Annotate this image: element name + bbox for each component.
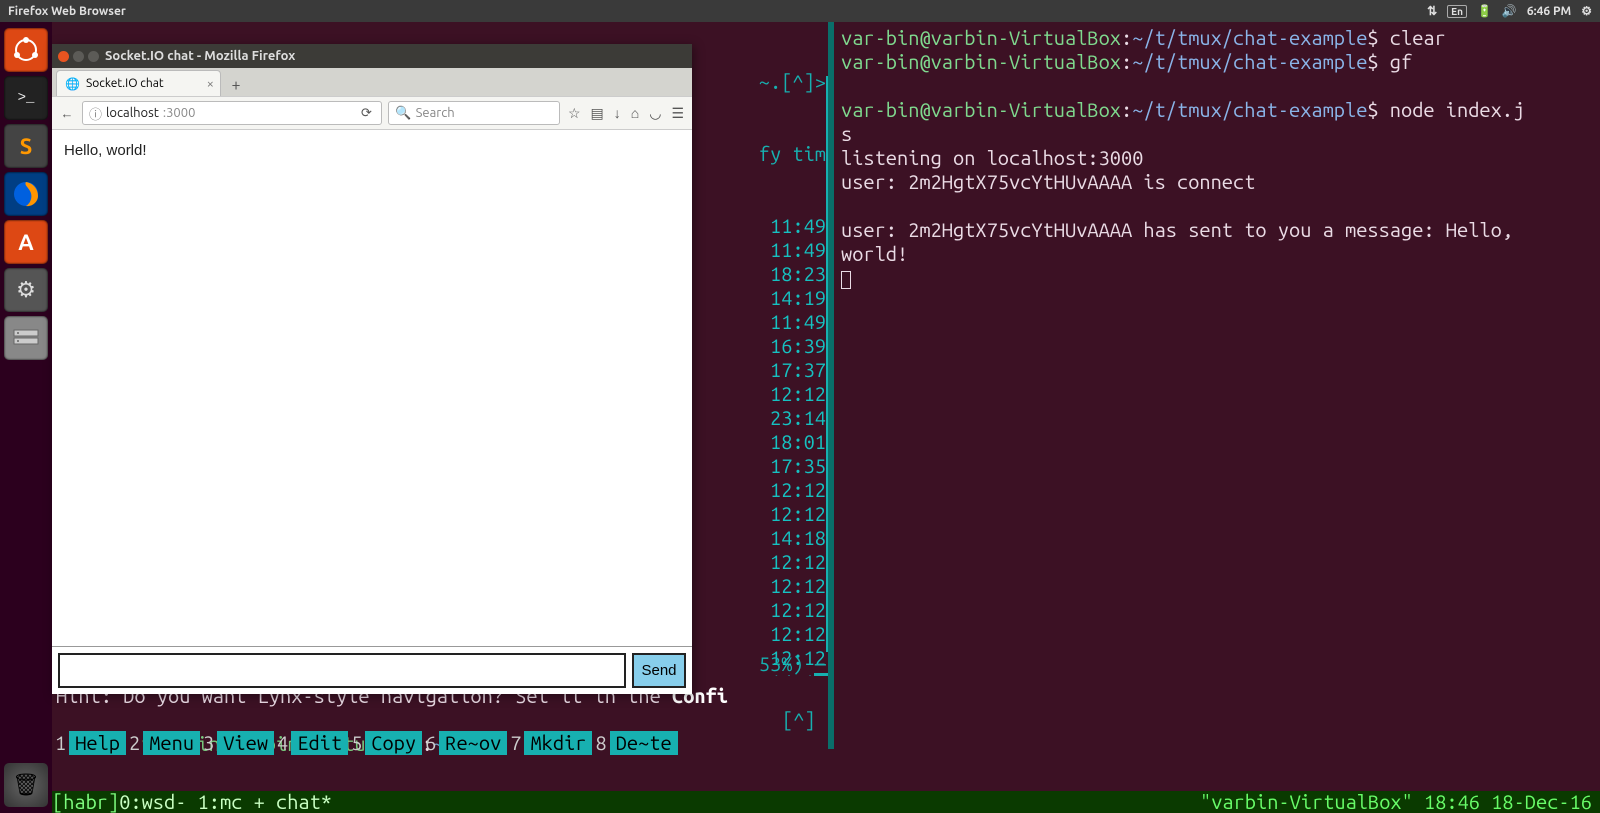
downloads-icon[interactable]: ↓ <box>614 105 621 122</box>
launcher-trash[interactable]: 🗑 <box>4 763 48 807</box>
window-minimize-icon[interactable] <box>73 51 84 62</box>
fkey-menu[interactable]: 2Menu <box>126 732 200 754</box>
fkey-de~te[interactable]: 8De~te <box>592 732 677 754</box>
battery-icon[interactable]: 🔋 <box>1477 4 1492 18</box>
pocket-icon[interactable]: ◡ <box>649 105 661 122</box>
chat-message-input[interactable] <box>58 653 626 688</box>
browser-tab[interactable]: 🌐 Socket.IO chat × <box>56 70 221 96</box>
hamburger-menu-icon[interactable]: ☰ <box>671 105 684 122</box>
launcher-software[interactable]: A <box>4 220 48 264</box>
mc-mtime: 12:12 <box>692 574 826 598</box>
search-bar[interactable]: 🔍 Search <box>388 101 560 125</box>
fkey-help[interactable]: 1Help <box>52 732 126 754</box>
mc-mtime: 17:37 <box>692 358 826 382</box>
mc-mtime: 12:12 <box>692 478 826 502</box>
page-content: Hello, world! <box>52 130 692 646</box>
send-button[interactable]: Send <box>632 653 686 688</box>
tab-favicon: 🌐 <box>65 77 80 91</box>
mc-mtime: 16:39 <box>692 334 826 358</box>
mc-mtime: 12:12 <box>692 502 826 526</box>
mc-mtime: 23:14 <box>692 406 826 430</box>
tmux-pane-divider[interactable] <box>828 22 834 749</box>
url-bar[interactable]: ⓘ localhost :3000 ⟳ <box>82 101 382 125</box>
mc-mtime: 14:18 <box>692 526 826 550</box>
firefox-tabstrip: 🌐 Socket.IO chat × + <box>52 68 692 96</box>
launcher-sublime[interactable]: S <box>4 124 48 168</box>
launcher-dash[interactable] <box>4 28 48 72</box>
mc-bracket: [^] <box>782 708 816 771</box>
system-indicators: ⇅ En 🔋 🔊 6:46 PM ⚙ <box>1427 4 1592 18</box>
active-app-title: Firefox Web Browser <box>8 5 126 18</box>
mc-mtime: 14:19 <box>692 286 826 310</box>
unity-launcher: >_ S A ⚙ 🗑 <box>0 22 52 813</box>
home-icon[interactable]: ⌂ <box>631 105 639 122</box>
mc-mtime: 11:49 <box>692 310 826 334</box>
tab-title: Socket.IO chat <box>86 77 164 90</box>
identity-icon[interactable]: ⓘ <box>89 104 102 123</box>
tmux-windows[interactable]: 0:wsd- 1:mc + chat* <box>119 790 332 813</box>
library-icon[interactable]: ▤ <box>591 105 604 122</box>
clock[interactable]: 6:46 PM <box>1527 5 1571 18</box>
reload-icon[interactable]: ⟳ <box>357 106 375 121</box>
fkey-edit[interactable]: 4Edit <box>274 732 348 754</box>
lang-indicator[interactable]: En <box>1447 5 1467 18</box>
gear-icon[interactable]: ⚙ <box>1581 4 1592 18</box>
mc-panel-column: ~.[^]> fy tim 11:4911:4918:2314:1911:491… <box>692 22 830 676</box>
window-maximize-icon[interactable] <box>88 51 99 62</box>
window-close-icon[interactable] <box>58 51 69 62</box>
mc-function-keys[interactable]: 1Help2Menu3View4Edit5Copy6Re~ov7Mkdir8De… <box>52 732 782 754</box>
fkey-mkdir[interactable]: 7Mkdir <box>507 732 592 754</box>
network-icon[interactable]: ⇅ <box>1427 4 1437 18</box>
tmux-status-bar: [habr] 0:wsd- 1:mc + chat* "varbin-Virtu… <box>52 791 1600 813</box>
launcher-terminal[interactable]: >_ <box>4 76 48 120</box>
launcher-files[interactable] <box>4 316 48 360</box>
mc-mtime: 12:12 <box>692 550 826 574</box>
url-host: localhost <box>106 106 159 120</box>
page-text: Hello, world! <box>64 142 147 159</box>
tab-close-icon[interactable]: × <box>207 77 214 91</box>
new-tab-button[interactable]: + <box>225 74 247 96</box>
launcher-settings[interactable]: ⚙ <box>4 268 48 312</box>
bookmark-star-icon[interactable]: ☆ <box>568 105 581 122</box>
mc-mtime: 18:23 <box>692 262 826 286</box>
chat-input-bar: Send <box>52 646 692 694</box>
sound-icon[interactable]: 🔊 <box>1502 4 1517 18</box>
nav-back-icon[interactable]: ← <box>58 106 76 121</box>
firefox-window: Socket.IO chat - Mozilla Firefox 🌐 Socke… <box>52 44 692 694</box>
mc-mtime: 18:01 <box>692 430 826 454</box>
firefox-toolbar: ← ⓘ localhost:3000 ⟳ 🔍 Search ☆ ▤ ↓ ⌂ ◡ … <box>52 96 692 130</box>
mc-mtime: 12:12 <box>692 622 826 646</box>
firefox-titlebar[interactable]: Socket.IO chat - Mozilla Firefox <box>52 44 692 68</box>
tmux-status-right: "varbin-VirtualBox" 18:46 18-Dec-16 <box>1200 790 1600 813</box>
mc-mtime: 11:49 <box>692 238 826 262</box>
fkey-view[interactable]: 3View <box>200 732 274 754</box>
launcher-firefox[interactable] <box>4 172 48 216</box>
window-title: Socket.IO chat - Mozilla Firefox <box>105 49 295 63</box>
mc-mtime: 17:35 <box>692 454 826 478</box>
search-icon: 🔍 <box>395 106 411 121</box>
mc-mtime: 11:49 <box>692 214 826 238</box>
search-placeholder: Search <box>416 106 455 120</box>
mc-mtime: 12:12 <box>692 382 826 406</box>
mc-mtime: 12:12 <box>692 598 826 622</box>
fkey-copy[interactable]: 5Copy <box>348 732 422 754</box>
node-terminal-pane[interactable]: var-bin@varbin-VirtualBox:~/t/tmux/chat-… <box>835 22 1600 749</box>
system-topbar: Firefox Web Browser ⇅ En 🔋 🔊 6:46 PM ⚙ <box>0 0 1600 22</box>
url-rest: :3000 <box>163 106 196 120</box>
fkey-re~ov[interactable]: 6Re~ov <box>422 732 507 754</box>
tmux-session: [habr] <box>52 790 119 813</box>
